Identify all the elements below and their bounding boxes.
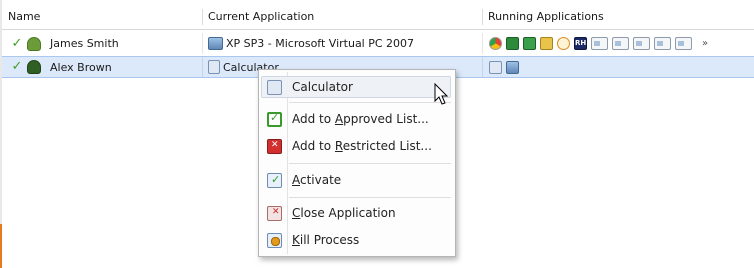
menu-separator (289, 102, 451, 103)
kill-process-icon (267, 233, 282, 248)
approved-check-icon: ✓ (11, 35, 23, 51)
excel-icon[interactable] (523, 37, 536, 50)
window-icon[interactable] (675, 37, 692, 50)
window-icon[interactable] (633, 37, 650, 50)
running-apps-cell: RH » (489, 33, 751, 54)
approve-shield-icon (267, 111, 282, 127)
header-divider (2, 29, 754, 30)
menu-icon-strip-divider (287, 72, 288, 254)
tool-icon[interactable] (540, 37, 553, 50)
calculator-icon[interactable] (489, 60, 502, 74)
rh-icon[interactable]: RH (574, 37, 587, 50)
cell-divider (482, 33, 483, 54)
cell-divider (202, 57, 203, 77)
virtual-pc-icon (208, 37, 223, 50)
calculator-icon (208, 60, 220, 74)
restrict-shield-icon (267, 139, 282, 154)
current-app-name: XP SP3 - Microsoft Virtual PC 2007 (226, 37, 415, 50)
user-name: Alex Brown (50, 60, 112, 74)
close-app-icon (267, 206, 282, 221)
menu-item-label: Activate (292, 173, 342, 187)
current-app-cell: XP SP3 - Microsoft Virtual PC 2007 (208, 33, 478, 54)
menu-item-label: Close Application (292, 206, 396, 220)
context-menu: Calculator Add to Approved List... Add t… (258, 69, 456, 257)
menu-item-label: Add to Restricted List... (292, 139, 432, 153)
table-header: Name Current Application Running Applica… (2, 6, 754, 28)
menu-item-kill-process[interactable]: Kill Process (261, 229, 451, 251)
mouse-cursor-icon (434, 83, 449, 105)
menu-item-label: Kill Process (292, 233, 360, 247)
menu-item-close-application[interactable]: Close Application (261, 202, 451, 224)
more-apps-chevron[interactable]: » (702, 38, 708, 49)
user-icon (27, 60, 41, 74)
clock-icon[interactable] (557, 37, 570, 50)
menu-item-label: Calculator (292, 80, 353, 94)
menu-item-label: Add to Approved List... (292, 112, 429, 126)
user-cell: ✓ Alex Brown (10, 57, 200, 77)
menu-item-add-to-approved-list[interactable]: Add to Approved List... (261, 108, 451, 130)
column-header-name-label: Name (8, 10, 41, 23)
column-header-name[interactable]: Name (2, 6, 202, 28)
menu-item-activate[interactable]: Activate (261, 169, 451, 191)
window-icon[interactable] (591, 37, 608, 50)
table-row[interactable]: ✓ James Smith XP SP3 - Microsoft Virtual… (2, 33, 754, 54)
window-icon[interactable] (654, 37, 671, 50)
menu-item-add-to-restricted-list[interactable]: Add to Restricted List... (261, 135, 451, 157)
column-header-current-application[interactable]: Current Application (202, 6, 482, 28)
menu-separator (289, 197, 451, 198)
window-icon[interactable] (612, 37, 629, 50)
user-icon (27, 36, 41, 51)
column-header-current-application-label: Current Application (208, 10, 315, 23)
left-edge-orange-marker (0, 224, 2, 268)
chrome-icon[interactable] (489, 37, 502, 50)
column-header-running-applications[interactable]: Running Applications (482, 6, 754, 28)
cell-divider (482, 57, 483, 77)
excel-icon[interactable] (506, 37, 519, 50)
window-icon[interactable] (506, 60, 519, 74)
cell-divider (202, 33, 203, 54)
activate-icon (267, 173, 282, 188)
running-apps-cell (489, 57, 751, 77)
column-header-running-applications-label: Running Applications (488, 10, 604, 23)
menu-separator (289, 163, 451, 164)
menu-item-calculator[interactable]: Calculator (261, 76, 451, 98)
approved-check-icon: ✓ (11, 59, 23, 74)
user-cell: ✓ James Smith (10, 33, 200, 54)
calculator-icon (267, 80, 282, 95)
user-name: James Smith (50, 37, 119, 50)
